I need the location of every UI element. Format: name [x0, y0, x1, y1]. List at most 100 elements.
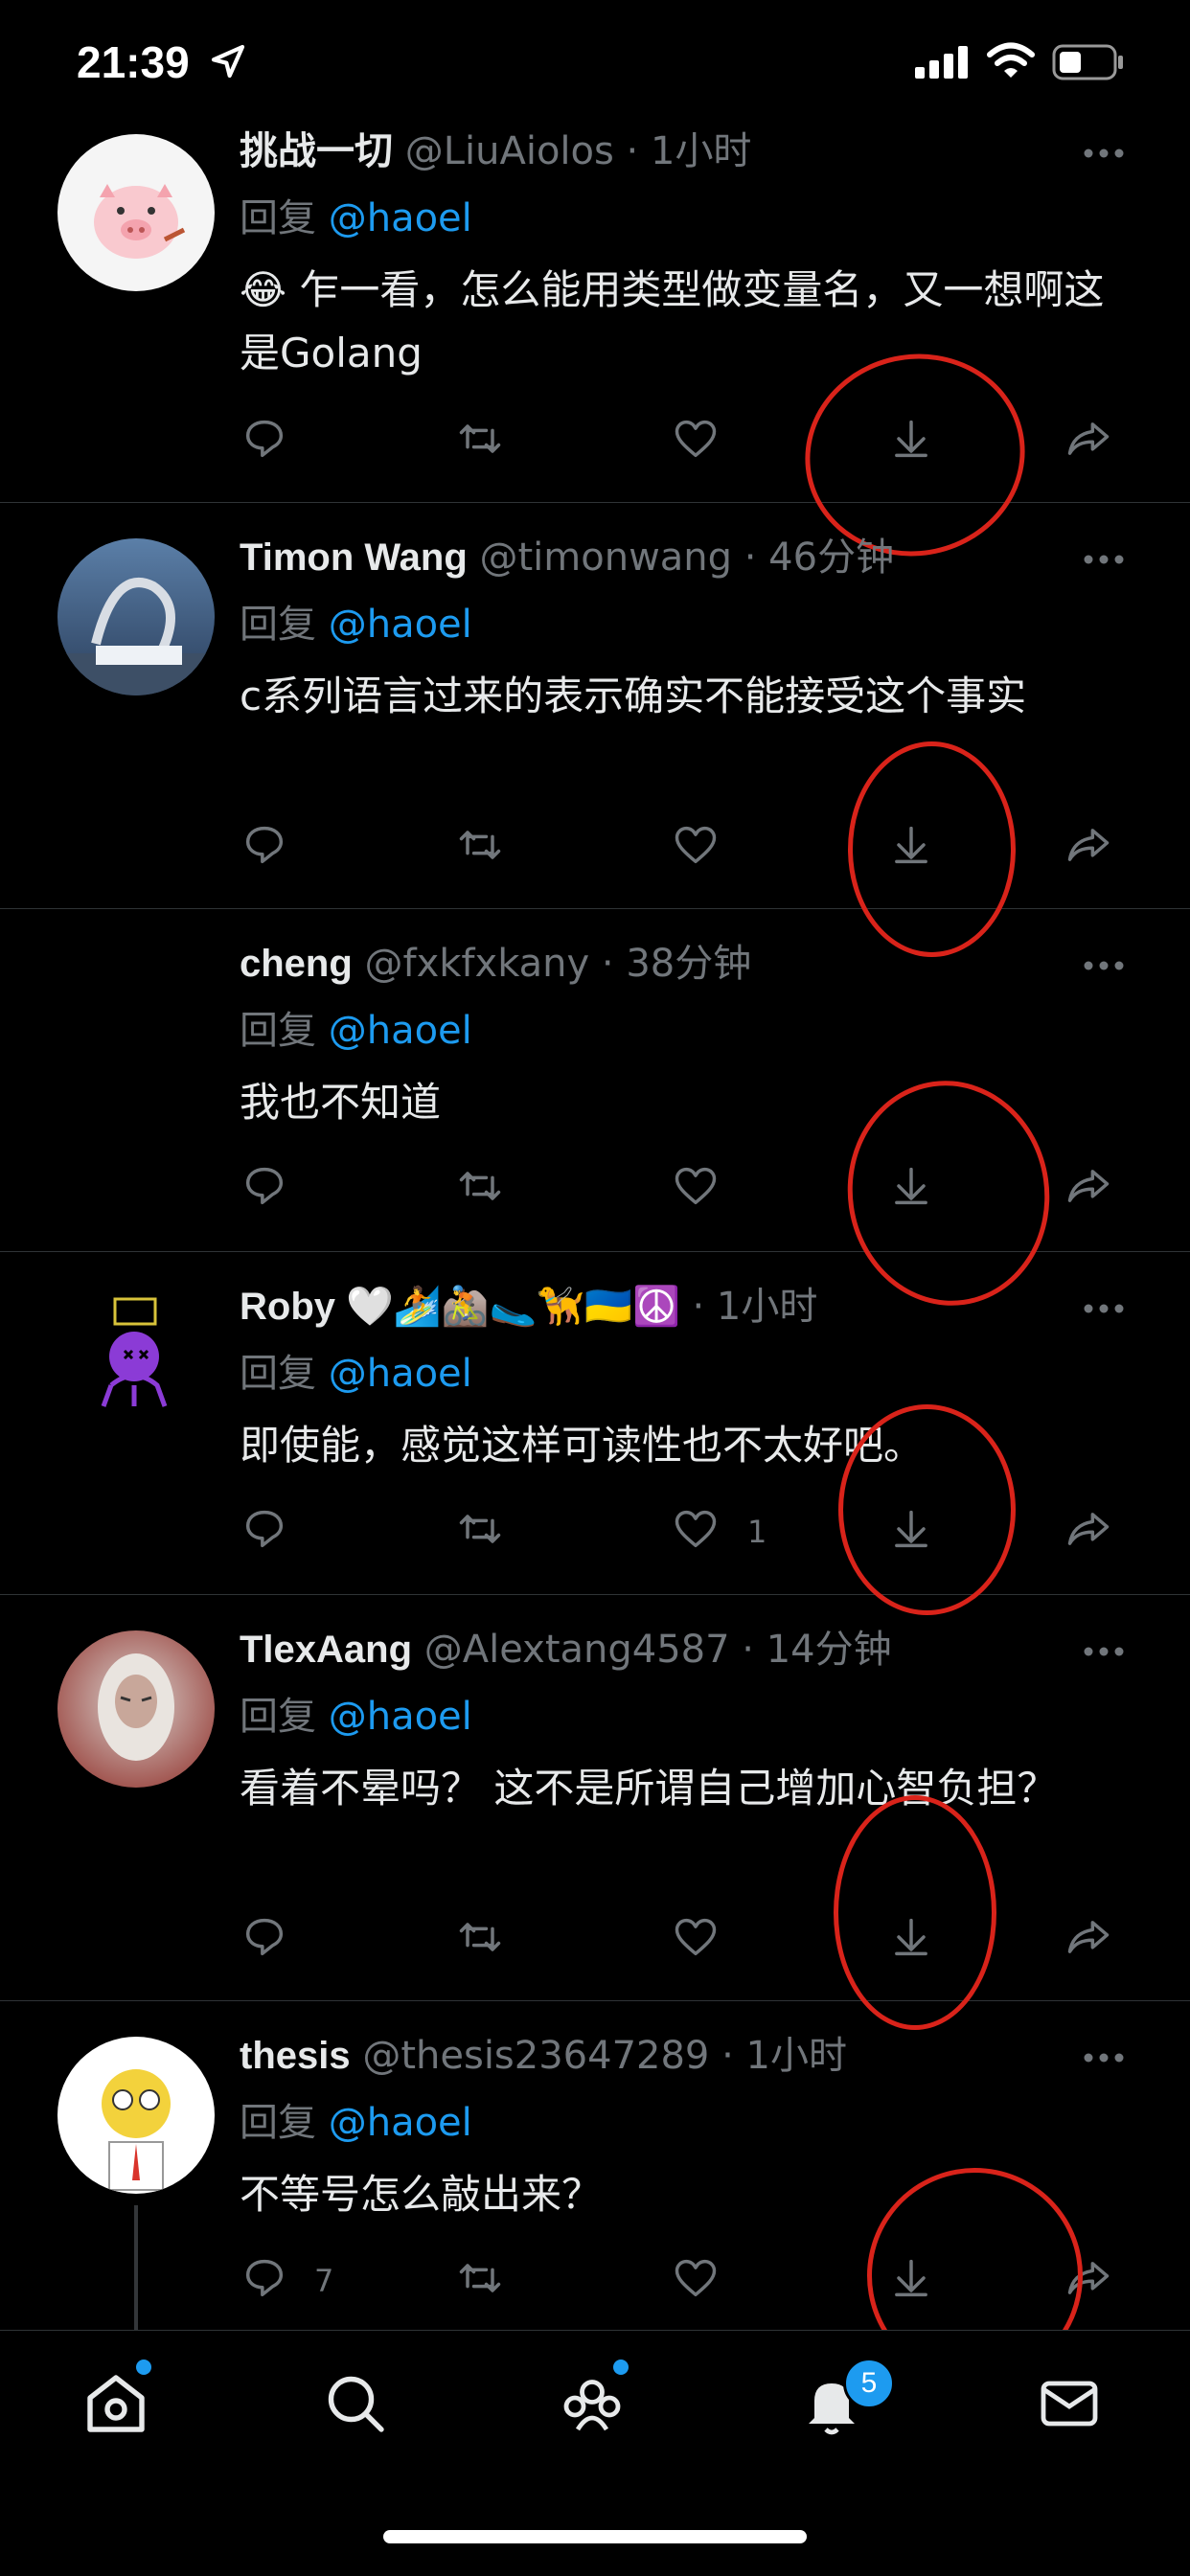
share-button[interactable]: [1064, 1504, 1121, 1562]
share-icon: [1067, 1170, 1110, 1202]
status-time: 21:39: [77, 37, 190, 87]
author-meta: @thesis23647289 · 1小时: [362, 2034, 847, 2078]
purple-alien-avatar-image: [101, 1297, 168, 1407]
avatar[interactable]: [57, 134, 215, 291]
like-button[interactable]: [671, 414, 728, 471]
tweet[interactable]: TlexAang @Alextang4587 · 14分钟 回复 @haoel …: [0, 1594, 1190, 2030]
retweet-button[interactable]: [455, 2253, 513, 2311]
author-name[interactable]: Timon Wang: [240, 536, 468, 579]
avatar[interactable]: [57, 1630, 215, 1788]
like-button[interactable]: [671, 1161, 728, 1219]
communities-unread-dot: [613, 2359, 629, 2375]
share-button[interactable]: [1064, 1161, 1121, 1219]
author-name[interactable]: thesis: [240, 2035, 351, 2077]
home-unread-dot: [136, 2359, 151, 2375]
reply-mention[interactable]: @haoel: [329, 2101, 472, 2145]
author-meta: · 1小时: [692, 1285, 818, 1329]
communities-icon: [563, 2380, 621, 2431]
author-name[interactable]: cheng: [240, 943, 353, 985]
tweet[interactable]: cheng @fxkfxkany · 38分钟 回复 @haoel 我也不知道: [0, 908, 1190, 1319]
tweet[interactable]: thesis @thesis23647289 · 1小时 回复 @haoel 不…: [0, 2000, 1190, 2401]
heart-icon: [675, 1918, 717, 1956]
retweet-icon: [459, 1172, 501, 1200]
pig-avatar-image: [94, 184, 186, 259]
tab-communities[interactable]: [558, 2369, 634, 2446]
author-name[interactable]: TlexAang: [240, 1629, 412, 1671]
tweet-text: 😂 乍一看，怎么能用类型做变量名，又一想啊这是Golang: [240, 266, 1105, 376]
reply-button[interactable]: [240, 1504, 297, 1562]
home-icon: [87, 2375, 145, 2432]
share-icon: [1067, 829, 1110, 861]
reply-button[interactable]: [240, 414, 297, 471]
home-indicator[interactable]: [383, 2530, 807, 2543]
battery-icon: [1052, 44, 1123, 80]
like-button[interactable]: [671, 1504, 728, 1562]
heart-icon: [675, 420, 717, 458]
share-icon: [1067, 422, 1110, 455]
share-icon: [1067, 1513, 1110, 1545]
homer-avatar-image: [102, 2069, 171, 2191]
tab-home[interactable]: [81, 2369, 158, 2446]
more-icon[interactable]: [1083, 960, 1125, 971]
reply-mention[interactable]: @haoel: [329, 196, 472, 240]
reply-mention[interactable]: @haoel: [329, 1695, 472, 1739]
retweet-button[interactable]: [455, 1912, 513, 1970]
white-hair-avatar-image: [98, 1653, 174, 1761]
author-meta: @LiuAiolos · 1小时: [404, 129, 752, 173]
avatar[interactable]: [57, 2037, 215, 2194]
reply-mention[interactable]: @haoel: [329, 1352, 472, 1396]
avatar[interactable]: [57, 1280, 215, 1437]
more-icon[interactable]: [1083, 1303, 1125, 1314]
avatar[interactable]: [57, 538, 215, 695]
heart-icon: [675, 1167, 717, 1205]
status-bar: 21:39: [0, 0, 1190, 125]
reply-button[interactable]: [240, 2253, 297, 2311]
share-icon: [1067, 1921, 1110, 1953]
reply-button[interactable]: [240, 820, 297, 878]
share-button[interactable]: [1064, 820, 1121, 878]
reply-icon: [245, 1167, 284, 1205]
heart-icon: [675, 1510, 717, 1548]
share-button[interactable]: [1064, 1912, 1121, 1970]
reply-mention[interactable]: @haoel: [329, 603, 472, 647]
author-meta: @timonwang · 46分钟: [479, 536, 895, 580]
thread-line: [134, 2205, 138, 2330]
reply-label: 回复: [240, 1352, 316, 1396]
retweet-button[interactable]: [455, 1504, 513, 1562]
reply-label: 回复: [240, 603, 316, 647]
tweet[interactable]: Timon Wang @timonwang · 46分钟 回复 @haoel c…: [0, 502, 1190, 957]
more-icon[interactable]: [1083, 554, 1125, 565]
tab-messages[interactable]: [1035, 2369, 1111, 2446]
retweet-button[interactable]: [455, 1161, 513, 1219]
tweet-text: 看着不晕吗？ 这不是所谓自己增加心智负担？: [240, 1765, 1058, 1812]
tweet[interactable]: 挑战一切 @LiuAiolos · 1小时 回复 @haoel 😂 乍一看，怎么…: [0, 125, 1190, 577]
more-icon[interactable]: [1083, 2052, 1125, 2063]
like-button[interactable]: [671, 820, 728, 878]
reply-context: 回复 @haoel: [240, 1690, 472, 1744]
more-icon[interactable]: [1083, 148, 1125, 159]
reply-button[interactable]: [240, 1161, 297, 1219]
share-button[interactable]: [1064, 414, 1121, 471]
like-button[interactable]: [671, 1912, 728, 1970]
tweet[interactable]: Roby 🤍🏄🚵🥿🦮🇺🇦☮️ · 1小时 回复 @haoel 即使能，感觉这样可…: [0, 1251, 1190, 1615]
author-name[interactable]: 挑战一切: [240, 130, 393, 172]
tab-search[interactable]: [321, 2369, 398, 2446]
red-annotation-circle: [834, 1795, 996, 2030]
reply-context: 回复 @haoel: [240, 192, 472, 245]
wifi-icon: [987, 42, 1035, 78]
retweet-icon: [459, 1515, 501, 1543]
red-annotation-circle: [838, 1404, 1016, 1615]
retweet-button[interactable]: [455, 414, 513, 471]
like-button[interactable]: [671, 2253, 728, 2311]
reply-mention[interactable]: @haoel: [329, 1009, 472, 1053]
reply-icon: [245, 420, 284, 458]
reply-label: 回复: [240, 196, 316, 240]
mail-icon: [1041, 2381, 1098, 2427]
retweet-button[interactable]: [455, 820, 513, 878]
retweet-icon: [459, 1923, 501, 1951]
reply-icon: [245, 1918, 284, 1956]
author-name[interactable]: Roby 🤍🏄🚵🥿🦮🇺🇦☮️: [240, 1286, 680, 1328]
reply-button[interactable]: [240, 1912, 297, 1970]
reply-count: 7: [314, 2263, 334, 2299]
more-icon[interactable]: [1083, 1646, 1125, 1657]
